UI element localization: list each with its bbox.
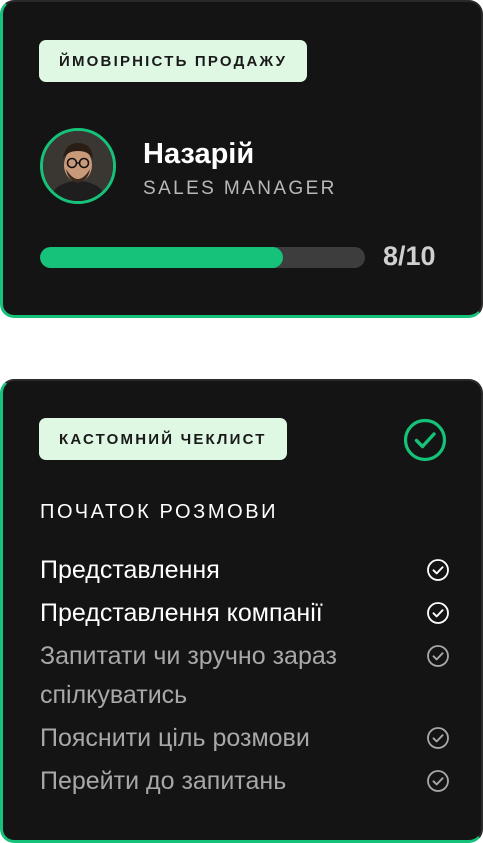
checklist-item-label: Пояснити ціль розмови (40, 724, 310, 752)
manager-name: Назарій (143, 138, 255, 170)
checklist-badge: КАСТОМНИЙ ЧЕКЛИСТ (39, 418, 287, 460)
section-title: ПОЧАТОК РОЗМОВИ (40, 501, 279, 523)
check-circle-icon (403, 418, 447, 462)
probability-progress-bar (40, 247, 365, 268)
checklist-item[interactable]: Представлення (40, 551, 450, 590)
checklist-item[interactable]: Пояснити ціль розмови (40, 719, 450, 758)
check-circle-icon[interactable] (426, 558, 450, 582)
checklist-item[interactable]: Перейти до запитань (40, 762, 450, 801)
custom-checklist-card: КАСТОМНИЙ ЧЕКЛИСТ ПОЧАТОК РОЗМОВИ Предст… (0, 379, 483, 843)
checklist-item-label: Представлення компанії (40, 599, 323, 627)
checklist-item[interactable]: Представлення компанії (40, 594, 450, 633)
probability-progress-fill (40, 247, 284, 268)
checklist-item-label: Запитати чи зручно зараз спілкуватись (40, 642, 337, 709)
check-circle-outline-icon[interactable] (426, 769, 450, 793)
checklist-item-label: Перейти до запитань (40, 767, 287, 795)
avatar (40, 128, 116, 204)
check-circle-outline-icon[interactable] (426, 726, 450, 750)
checklist-item-label: Представлення (40, 556, 220, 584)
probability-badge: ЙМОВІРНІСТЬ ПРОДАЖУ (39, 40, 308, 82)
checklist: Представлення Представлення компанії Запит… (40, 551, 450, 805)
manager-role: SALES MANAGER (143, 178, 337, 199)
check-circle-icon[interactable] (426, 601, 450, 625)
checklist-item[interactable]: Запитати чи зручно зараз спілкуватись (40, 637, 450, 715)
avatar-image (43, 131, 113, 201)
check-circle-outline-icon[interactable] (426, 644, 450, 668)
sales-probability-card: ЙМОВІРНІСТЬ ПРОДАЖУ Назарій SALES MANAGE… (0, 0, 483, 318)
probability-score: 8/10 (383, 241, 436, 271)
